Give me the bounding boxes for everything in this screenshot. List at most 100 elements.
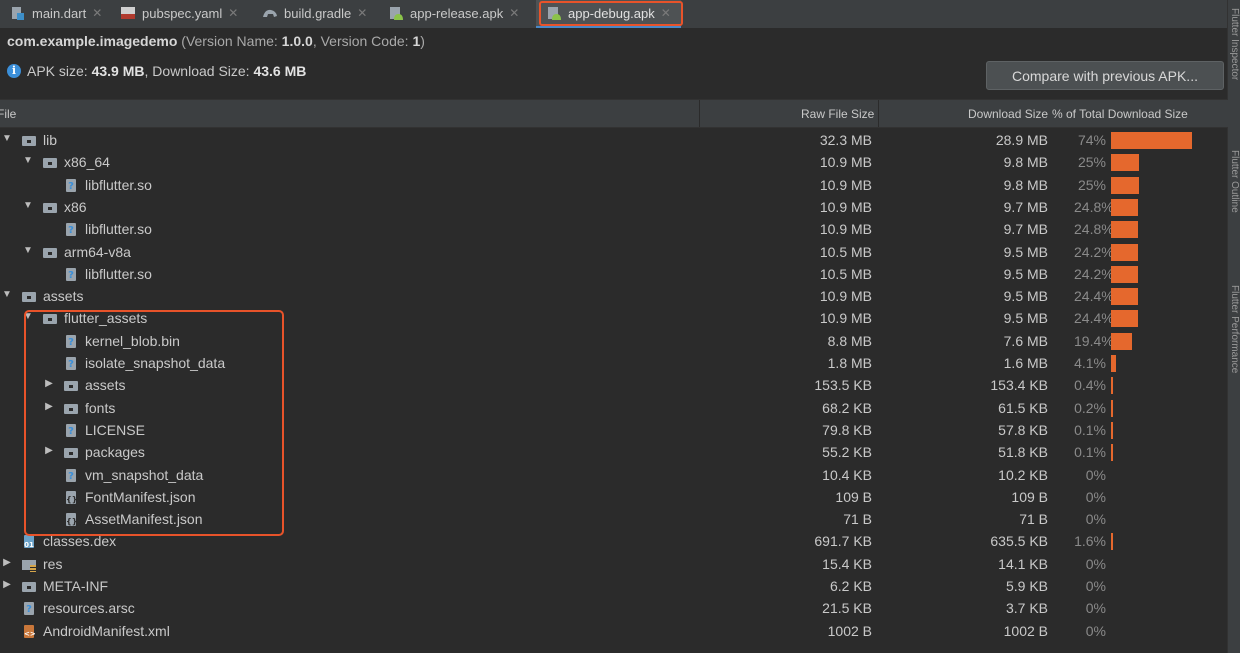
file-name: packages	[85, 444, 145, 461]
table-row[interactable]: libflutter.so 10.9 MB 9.7 MB 24.8%	[0, 219, 1228, 241]
table-row[interactable]: ▼ assets 10.9 MB 9.5 MB 24.4%	[0, 286, 1228, 308]
close-icon[interactable]: ✕	[509, 6, 519, 20]
file-name: libflutter.so	[85, 221, 152, 238]
table-row[interactable]: libflutter.so 10.9 MB 9.8 MB 25%	[0, 175, 1228, 197]
raw-size: 6.2 KB	[829, 578, 872, 594]
expand-down-icon[interactable]: ▼	[22, 200, 34, 211]
percent-of-total: 25%	[1077, 176, 1106, 193]
close-icon[interactable]: ✕	[357, 6, 367, 20]
json-file-icon	[63, 490, 79, 506]
size-bar	[1111, 154, 1139, 172]
folder-icon	[63, 445, 79, 461]
table-row[interactable]: AndroidManifest.xml 1002 B 1002 B 0%	[0, 621, 1228, 643]
percent-of-total: 24.2%	[1074, 243, 1114, 260]
file-name: FontManifest.json	[85, 488, 196, 505]
expand-right-icon[interactable]: ▶	[43, 401, 55, 412]
table-row[interactable]: ▶ assets 153.5 KB 153.4 KB 0.4%	[0, 375, 1228, 397]
file-name: isolate_snapshot_data	[85, 355, 226, 371]
expand-down-icon[interactable]: ▼	[1, 289, 13, 300]
download-size: 10.2 KB	[998, 466, 1048, 483]
size-bar	[1111, 243, 1138, 261]
folder-icon	[42, 311, 58, 327]
expand-right-icon[interactable]: ▶	[1, 579, 13, 590]
table-row[interactable]: ▼ x86 10.9 MB 9.7 MB 24.8%	[0, 197, 1228, 219]
raw-size: 10.9 MB	[819, 154, 872, 171]
tab-app-release-apk[interactable]: app-release.apk ✕	[388, 0, 519, 26]
download-size: 9.5 MB	[1003, 265, 1048, 282]
table-row[interactable]: classes.dex 691.7 KB 635.5 KB 1.6%	[0, 531, 1228, 553]
flutter-inspector-tab[interactable]: Flutter Inspector	[1228, 8, 1240, 80]
table-row[interactable]: LICENSE 79.8 KB 57.8 KB 0.1%	[0, 420, 1228, 442]
download-size: 1002 B	[1003, 622, 1048, 639]
raw-size: 32.3 MB	[819, 132, 872, 148]
percent-of-total: 0.2%	[1074, 399, 1106, 416]
table-row[interactable]: FontManifest.json 109 B 109 B 0%	[0, 487, 1228, 509]
expand-right-icon[interactable]: ▶	[43, 445, 55, 456]
table-row[interactable]: ▶ META-INF 6.2 KB 5.9 KB 0%	[0, 576, 1228, 598]
table-row[interactable]: libflutter.so 10.5 MB 9.5 MB 24.2%	[0, 264, 1228, 286]
table-row[interactable]: ▼ arm64-v8a 10.5 MB 9.5 MB 24.2%	[0, 242, 1228, 264]
table-row[interactable]: vm_snapshot_data 10.4 KB 10.2 KB 0%	[0, 465, 1228, 487]
close-icon[interactable]: ✕	[228, 6, 238, 20]
json-file-icon	[63, 512, 79, 528]
file-name: AndroidManifest.xml	[43, 622, 170, 639]
gradle-file-icon	[262, 5, 278, 21]
expand-down-icon[interactable]: ▼	[22, 311, 34, 322]
file-name: META-INF	[43, 578, 109, 594]
table-row[interactable]: ▶ res 15.4 KB 14.1 KB 0%	[0, 554, 1228, 576]
compare-apk-button[interactable]: Compare with previous APK...	[986, 61, 1224, 90]
size-bar	[1111, 355, 1116, 372]
tab-build-gradle[interactable]: build.gradle ✕	[262, 0, 367, 26]
expand-right-icon[interactable]: ▶	[43, 378, 55, 389]
download-size: 7.6 MB	[1003, 332, 1048, 349]
percent-of-total: 0.4%	[1074, 377, 1106, 394]
percent-of-total: 0%	[1085, 511, 1106, 528]
folder-icon	[21, 289, 37, 305]
flutter-performance-tab[interactable]: Flutter Performance	[1228, 285, 1240, 373]
download-size: 153.4 KB	[990, 377, 1048, 394]
column-percent[interactable]: % of Total Download Size	[1052, 107, 1188, 121]
size-bar	[1111, 444, 1113, 462]
table-row[interactable]: ▶ fonts 68.2 KB 61.5 KB 0.2%	[0, 398, 1228, 420]
tab-pubspec-yaml[interactable]: pubspec.yaml ✕	[120, 0, 238, 26]
download-size: 9.8 MB	[1003, 176, 1048, 193]
percent-of-total: 24.8%	[1074, 221, 1114, 238]
apk-size-value: 43.9 MB	[91, 63, 145, 79]
file-icon	[63, 334, 79, 350]
info-icon: i	[7, 64, 21, 78]
table-row[interactable]: isolate_snapshot_data 1.8 MB 1.6 MB 4.1%	[0, 353, 1228, 375]
download-size: 71 B	[1019, 511, 1048, 528]
expand-down-icon[interactable]: ▼	[22, 155, 34, 166]
table-row[interactable]: AssetManifest.json 71 B 71 B 0%	[0, 509, 1228, 531]
table-row[interactable]: ▼ lib 32.3 MB 28.9 MB 74%	[0, 130, 1228, 152]
flutter-outline-tab[interactable]: Flutter Outline	[1228, 150, 1240, 213]
tab-main-dart[interactable]: main.dart ✕	[10, 0, 102, 26]
table-row[interactable]: ▼ flutter_assets 10.9 MB 9.5 MB 24.4%	[0, 308, 1228, 330]
version-name: 1.0.0	[281, 33, 313, 49]
expand-right-icon[interactable]: ▶	[1, 557, 13, 568]
file-name: libflutter.so	[85, 176, 152, 193]
percent-of-total: 25%	[1077, 154, 1106, 171]
column-download-size[interactable]: Download Size	[968, 107, 1048, 121]
table-row[interactable]: resources.arsc 21.5 KB 3.7 KB 0%	[0, 598, 1228, 620]
raw-size: 109 B	[835, 488, 872, 505]
file-name: lib	[43, 132, 58, 148]
raw-size: 21.5 KB	[822, 600, 872, 617]
size-bar	[1111, 198, 1138, 216]
table-header: File Raw File Size Download Size % of To…	[0, 99, 1228, 128]
column-raw-size[interactable]: Raw File Size	[801, 107, 874, 121]
table-row[interactable]: ▶ packages 55.2 KB 51.8 KB 0.1%	[0, 442, 1228, 464]
download-size-value: 43.6 MB	[253, 63, 307, 79]
expand-down-icon[interactable]: ▼	[22, 245, 34, 256]
expand-down-icon[interactable]: ▼	[1, 133, 13, 144]
column-file[interactable]: File	[0, 107, 16, 121]
table-row[interactable]: kernel_blob.bin 8.8 MB 7.6 MB 19.4%	[0, 331, 1228, 353]
download-size: 3.7 KB	[1005, 600, 1048, 617]
size-bar	[1111, 176, 1139, 194]
file-name: x86_64	[64, 154, 110, 171]
file-name: LICENSE	[85, 421, 145, 438]
table-row[interactable]: ▼ x86_64 10.9 MB 9.8 MB 25%	[0, 152, 1228, 174]
file-name: resources.arsc	[43, 600, 135, 617]
tab-label: pubspec.yaml	[142, 5, 223, 21]
close-icon[interactable]: ✕	[92, 6, 102, 20]
